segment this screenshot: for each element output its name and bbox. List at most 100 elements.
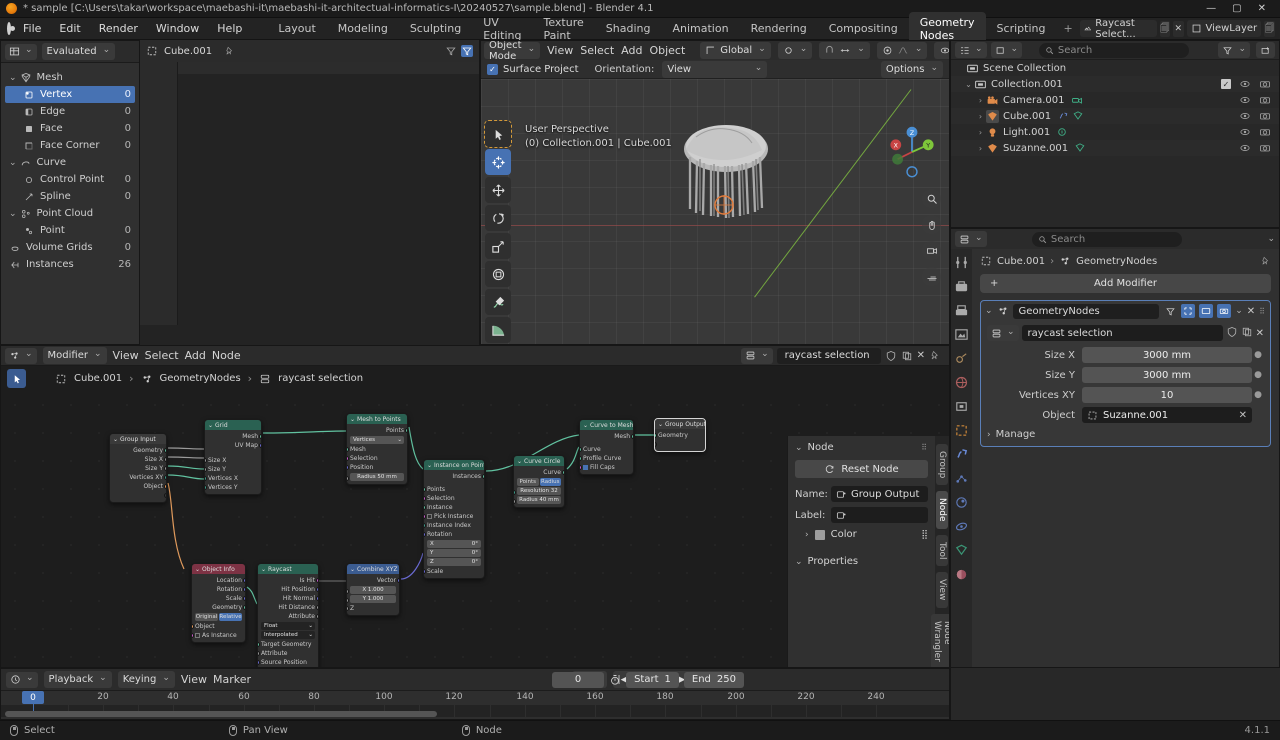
node-socket-row[interactable]: Selection: [347, 454, 404, 463]
node-socket-row[interactable]: Vertices XY: [113, 473, 166, 482]
tab-modifier-icon[interactable]: [954, 447, 969, 462]
tab-collection-icon[interactable]: [954, 399, 969, 414]
tab-world-icon[interactable]: [954, 375, 969, 390]
filter-active-icon[interactable]: [461, 45, 473, 57]
tab-compositing[interactable]: Compositing: [818, 18, 909, 39]
node-socket-row[interactable]: Attribute: [258, 649, 315, 658]
mapping-dropdown[interactable]: Interpolated ⌄: [261, 631, 315, 639]
add-modifier-button[interactable]: + Add Modifier: [980, 274, 1271, 293]
mode-radius[interactable]: Radius: [539, 478, 561, 486]
node-breadcrumb-object[interactable]: Cube.001: [74, 373, 122, 384]
modifier-icon[interactable]: [1057, 110, 1069, 122]
sidebar-tab-group[interactable]: Group: [936, 444, 948, 486]
duplicate-icon[interactable]: [1241, 326, 1253, 341]
outliner-item-suzanne-001[interactable]: › Suzanne.001: [951, 140, 1279, 156]
mesh-data-icon[interactable]: [1074, 142, 1086, 154]
scale-tool[interactable]: [485, 233, 511, 259]
socket-size-x[interactable]: [205, 458, 207, 463]
node-socket-row[interactable]: Vertices Y: [205, 483, 258, 492]
node-socket-row[interactable]: Curve: [517, 468, 564, 477]
sidebar-tab-node[interactable]: Node: [936, 491, 948, 529]
field-value[interactable]: 10: [1082, 387, 1252, 403]
radius-field[interactable]: Radius 40 mm: [517, 496, 561, 504]
dataset-volume-grids[interactable]: Volume Grids 0: [5, 239, 135, 256]
chevron-down-icon[interactable]: ⌄: [963, 80, 974, 89]
chevron-down-icon[interactable]: ⌄: [985, 306, 993, 316]
dataset-spline[interactable]: Spline 0: [5, 188, 135, 205]
socket-size-y[interactable]: [205, 467, 207, 472]
modifier-drag-handle[interactable]: ⠿: [1259, 307, 1266, 316]
chevron-right-icon[interactable]: ›: [975, 144, 986, 153]
timeline-body[interactable]: 0 20 40 60 80 100 120 140 160 180 200 22…: [1, 691, 949, 719]
node-breadcrumb-group[interactable]: raycast selection: [278, 373, 363, 384]
navigation-gizmo[interactable]: Z Y X: [885, 125, 939, 179]
keying-menu[interactable]: Keying: [117, 671, 175, 688]
object-field-value-box[interactable]: Suzanne.001 ✕: [1082, 407, 1252, 423]
field-value[interactable]: 3000 mm: [1082, 347, 1252, 363]
outliner-item-cube-001[interactable]: › Cube.001: [951, 108, 1279, 124]
node-socket-row[interactable]: Mesh: [583, 432, 633, 441]
tab-physics-icon[interactable]: [954, 495, 969, 510]
node-curve-circle[interactable]: ⌄ Curve Circle Curve Points Radius Resolu…: [513, 455, 565, 508]
socket-hit-position[interactable]: [316, 587, 318, 592]
end-frame-field[interactable]: End 250: [683, 671, 744, 688]
transform-tool[interactable]: [485, 261, 511, 287]
socket-y[interactable]: [347, 598, 349, 603]
modifier-edit-mode-icon[interactable]: [1181, 304, 1196, 318]
camera-view-icon[interactable]: [922, 241, 941, 260]
menu-window[interactable]: Window: [147, 19, 208, 38]
maximize-button[interactable]: ▢: [1232, 3, 1241, 14]
node-socket-row[interactable]: Mesh: [347, 445, 404, 454]
node-socket-row[interactable]: Instance Index: [424, 521, 481, 530]
socket-geometry[interactable]: [164, 448, 166, 453]
viewport-menu-select[interactable]: Select: [580, 44, 614, 57]
dataset-mesh[interactable]: Mesh: [5, 69, 135, 86]
transform-relative[interactable]: Relative: [219, 613, 242, 621]
node-menu-node[interactable]: Node: [212, 349, 241, 362]
viewport-menu-view[interactable]: View: [547, 44, 573, 57]
node-socket-row[interactable]: Selection: [424, 494, 481, 503]
socket-radius[interactable]: [347, 476, 349, 481]
editor-type-selector[interactable]: [5, 43, 37, 60]
menu-file[interactable]: File: [14, 19, 50, 38]
tweak-tool[interactable]: [484, 120, 512, 148]
animate-dot-icon[interactable]: ●: [1252, 350, 1264, 360]
outliner-item-scene-collection[interactable]: Scene Collection: [951, 60, 1279, 76]
chevron-right-icon[interactable]: ›: [975, 112, 986, 121]
socket-uv-map[interactable]: [259, 443, 261, 448]
checkbox-icon[interactable]: [427, 514, 432, 519]
dataset-control-point[interactable]: Control Point 0: [5, 171, 135, 188]
socket-curve[interactable]: [562, 470, 564, 475]
dataset-face-corner[interactable]: Face Corner 0: [5, 137, 135, 154]
field-value[interactable]: 3000 mm: [1082, 367, 1252, 383]
node-socket-row[interactable]: [655, 440, 702, 449]
node-socket-row[interactable]: Geometry: [195, 603, 245, 612]
node-socket-row[interactable]: Vertices X: [205, 474, 258, 483]
dataset-edge[interactable]: Edge 0: [5, 103, 135, 120]
node-sidebar-tabs[interactable]: Group Node Tool View Node Wrangler: [931, 436, 949, 667]
socket-radius[interactable]: [514, 499, 516, 504]
node-curve-to-mesh[interactable]: ⌄ Curve to Mesh Mesh Curve Profile Curve …: [579, 419, 634, 475]
tab-sculpting[interactable]: Sculpting: [399, 18, 472, 39]
eye-icon[interactable]: [1239, 94, 1251, 106]
dataset-region-selector[interactable]: Evaluated: [41, 43, 116, 60]
socket-rotation[interactable]: [243, 587, 245, 592]
mode-points[interactable]: Points: [517, 478, 539, 486]
dataset-point-cloud[interactable]: Point Cloud: [5, 205, 135, 222]
node-socket-row[interactable]: As Instance: [192, 631, 242, 640]
node-socket-row[interactable]: Profile Curve: [580, 454, 630, 463]
socket-curve[interactable]: [580, 447, 582, 452]
breadcrumb-modifier[interactable]: GeometryNodes: [1076, 256, 1157, 267]
socket-fill-caps[interactable]: [580, 465, 582, 470]
node-socket-row[interactable]: Rotation: [195, 585, 245, 594]
node-socket-row[interactable]: Rotation: [424, 530, 481, 539]
node-name-field[interactable]: Group Output: [831, 486, 928, 502]
socket-is-hit[interactable]: [316, 578, 318, 583]
socket-x[interactable]: [347, 589, 349, 594]
socket-as-instance[interactable]: [192, 633, 194, 638]
proportional-edit-selector[interactable]: [876, 42, 928, 59]
node-socket-row[interactable]: Is Hit: [261, 576, 318, 585]
properties-editor-type[interactable]: [955, 231, 987, 247]
pin-icon[interactable]: [1260, 256, 1271, 267]
node-socket-row[interactable]: Vector: [350, 576, 399, 585]
